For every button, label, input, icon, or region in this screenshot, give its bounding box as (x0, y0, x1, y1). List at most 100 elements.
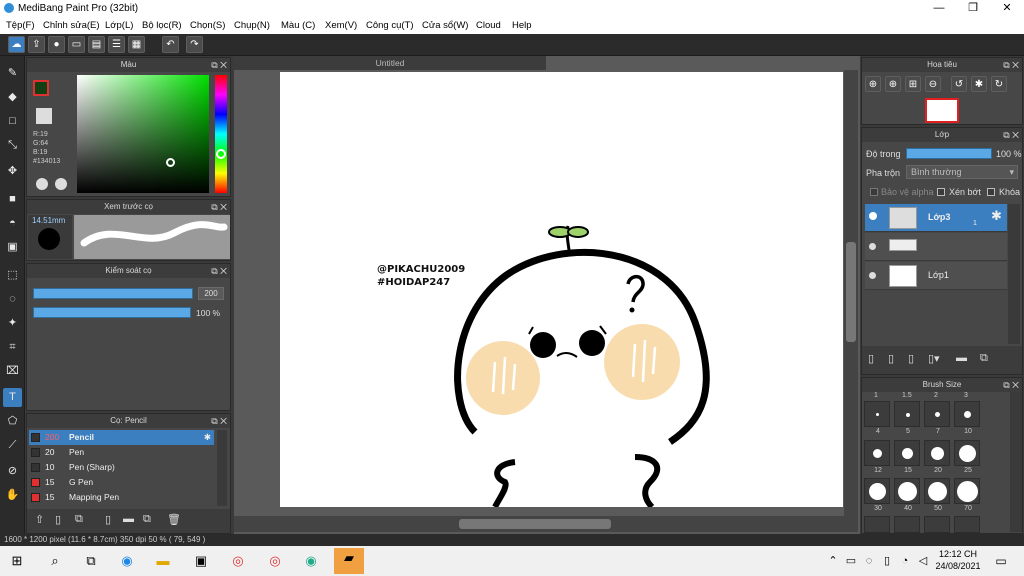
lock-checkbox[interactable] (987, 188, 995, 196)
brush-item[interactable]: 15 G Pen (29, 475, 214, 490)
rotate-left-icon[interactable]: ↺ (951, 76, 967, 92)
redo-icon[interactable]: ↷ (186, 36, 203, 53)
magic-wand-tool-icon[interactable]: ✦ (3, 314, 22, 333)
panel-close-icon[interactable]: ⧉ ✕ (1003, 128, 1019, 142)
zoom-out-icon[interactable]: ⊖ (925, 76, 941, 92)
add-brush-icon[interactable]: ⇧ (35, 513, 44, 526)
menu-color[interactable]: Màu (C) (281, 20, 315, 31)
brush-list-scrollbar[interactable] (217, 430, 227, 506)
folder-icon[interactable]: ▬ (956, 352, 967, 364)
comment-icon[interactable]: ▭ (68, 36, 85, 53)
list-icon[interactable]: ☰ (108, 36, 125, 53)
clipping-checkbox[interactable] (937, 188, 945, 196)
rotate-right-icon[interactable]: ↻ (991, 76, 1007, 92)
brush-item[interactable]: 200 Pencil ✱ (29, 430, 214, 445)
brush-size-option[interactable]: 10 (954, 401, 980, 435)
transparent-color-swatch[interactable] (36, 108, 52, 124)
panel-close-icon[interactable]: ⧉ ✕ (211, 414, 227, 428)
dot-tool-icon[interactable]: □ (3, 112, 22, 131)
new-layer-8bit-icon[interactable]: ▯ (888, 352, 894, 365)
brush-size-option[interactable] (894, 516, 920, 533)
brush-size-option[interactable]: 30 (864, 478, 890, 512)
menu-filter[interactable]: Bộ lọc(R) (142, 20, 182, 31)
saturation-value-picker[interactable] (77, 75, 209, 193)
move-tool-icon[interactable]: ✥ (3, 162, 22, 181)
palette-icon[interactable] (36, 178, 48, 190)
taskbar-date[interactable]: 24/08/2021 (935, 561, 981, 571)
canvas-tab[interactable]: Untitled (234, 56, 546, 70)
brush-size-option[interactable]: 50 (924, 478, 950, 512)
brush-size-option[interactable]: 15 (894, 440, 920, 474)
eyedropper-tool-icon[interactable]: ⊘ (3, 462, 22, 481)
menu-select[interactable]: Chọn(S) (190, 20, 225, 31)
brush-size-option[interactable]: 5 (894, 401, 920, 435)
select-eraser-tool-icon[interactable]: ⌧ (3, 362, 22, 381)
drawing-canvas[interactable]: @PIKACHU2009 #HOIDAP247 (280, 72, 843, 507)
hue-slider-handle[interactable] (216, 149, 226, 159)
cloud-icon[interactable]: ☁ (8, 36, 25, 53)
select-pen-tool-icon[interactable]: ⌗ (3, 338, 22, 357)
chrome-icon[interactable]: ◎ (227, 551, 249, 571)
gear-icon[interactable]: ✱ (204, 430, 211, 445)
brush-size-option[interactable]: 20 (924, 440, 950, 474)
menu-view[interactable]: Xem(V) (325, 20, 357, 31)
new-brush-icon[interactable]: ▯ (55, 513, 61, 526)
new-layer-icon[interactable]: ▯ (868, 352, 874, 365)
brush-size-option[interactable]: 4 (864, 401, 890, 435)
layer-opacity-slider[interactable] (906, 148, 992, 159)
notification-icon[interactable]: ▭ (990, 551, 1012, 571)
foreground-color-swatch[interactable] (33, 80, 49, 96)
grid-icon[interactable]: ▦ (128, 36, 145, 53)
brush-size-option[interactable] (954, 516, 980, 533)
layer-row[interactable]: Lớp1 (865, 262, 1007, 290)
panel-close-icon[interactable]: ⧉ ✕ (211, 58, 227, 72)
blend-mode-select[interactable]: Bình thường ▾ (906, 165, 1018, 179)
brush-size-option[interactable] (924, 516, 950, 533)
duplicate-icon[interactable]: ⧉ (143, 513, 151, 526)
horizontal-scrollbar[interactable] (234, 516, 858, 532)
eye-icon[interactable] (869, 243, 876, 250)
brush-tool-icon[interactable]: ✎ (3, 64, 22, 83)
layer-row[interactable]: Lớp3 1 ✱ (865, 204, 1007, 232)
brush-size-option[interactable]: 70 (954, 478, 980, 512)
taskbar-time[interactable]: 12:12 CH (938, 549, 978, 559)
fill-rect-tool-icon[interactable]: ■ (3, 190, 22, 209)
brush-size-value[interactable]: 200 (198, 287, 224, 300)
brush-item[interactable]: 20 Pen (29, 445, 214, 460)
swap-color-icon[interactable] (55, 178, 67, 190)
color-picker-cursor[interactable] (166, 158, 175, 167)
eye-icon[interactable] (869, 212, 877, 220)
windows-start-icon[interactable]: ⊞ (6, 551, 28, 571)
close-button[interactable]: ✕ (990, 0, 1024, 17)
brush-opacity-slider[interactable] (33, 307, 191, 318)
brush-size-option[interactable]: 7 (924, 401, 950, 435)
eye-icon[interactable] (869, 272, 876, 279)
panel-tool-icon[interactable]: ⬠ (3, 412, 22, 431)
layer-row[interactable] (865, 233, 1007, 261)
maximize-button[interactable]: ❐ (956, 0, 990, 17)
add-layer-dropdown-icon[interactable]: ▯▾ (928, 352, 940, 365)
brush-size-option[interactable]: 12 (864, 440, 890, 474)
fit-icon[interactable]: ⊞ (905, 76, 921, 92)
menu-window[interactable]: Cửa sổ(W) (422, 20, 468, 31)
menu-file[interactable]: Tệp(F) (6, 20, 35, 31)
import-brush-icon[interactable]: ▯ (105, 513, 111, 526)
panel-close-icon[interactable]: ⧉ ✕ (1003, 58, 1019, 72)
menu-cloud[interactable]: Cloud (476, 20, 501, 31)
volume-icon[interactable]: ◁ (912, 551, 934, 571)
brush-size-option[interactable] (864, 516, 890, 533)
vertical-scrollbar[interactable] (844, 70, 858, 520)
bucket-tool-icon[interactable]: ◓ (3, 214, 22, 233)
copy-brush-icon[interactable]: ⧉ (75, 513, 83, 526)
navigator-thumbnail[interactable] (925, 98, 959, 123)
menu-edit[interactable]: Chỉnh sửa(E) (43, 20, 100, 31)
reset-icon[interactable]: ✱ (971, 76, 987, 92)
select-tool-icon[interactable]: ⬚ (3, 266, 22, 285)
duplicate-icon[interactable]: ⧉ (980, 352, 988, 365)
gradient-tool-icon[interactable]: ▣ (3, 238, 22, 257)
minimize-button[interactable]: — (922, 0, 956, 17)
page-icon[interactable]: ▤ (88, 36, 105, 53)
brush-size-slider[interactable] (33, 288, 193, 299)
new-layer-1bit-icon[interactable]: ▯ (908, 352, 914, 365)
eraser-tool-icon[interactable]: ◆ (3, 88, 22, 107)
